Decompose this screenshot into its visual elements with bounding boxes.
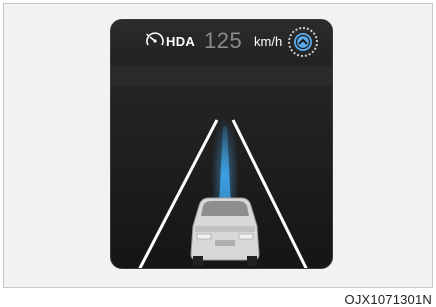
hda-button[interactable] [288, 27, 318, 57]
status-bar: HDA 125 km/h [111, 20, 332, 67]
speedometer-icon [146, 32, 164, 46]
hda-label: HDA [166, 34, 196, 49]
road-view [111, 66, 332, 268]
chevron-up-icon [294, 33, 312, 51]
instrument-cluster-display: HDA 125 km/h [110, 19, 333, 269]
set-speed-value: 125 [204, 28, 243, 53]
speed-unit: km/h [254, 34, 283, 49]
ego-vehicle-icon [190, 197, 260, 266]
